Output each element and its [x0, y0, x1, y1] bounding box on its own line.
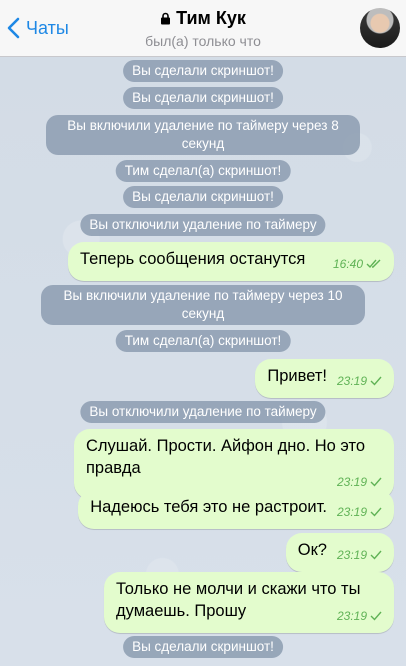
lock-icon — [161, 12, 171, 25]
message-time: 23:19 — [336, 548, 367, 562]
service-message: Вы отключили удаление по таймеру — [80, 214, 326, 236]
message-text: Ок? — [297, 541, 327, 559]
outgoing-message[interactable]: Только не молчи и скажи что ты думаешь. … — [104, 572, 394, 633]
service-message: Вы сделали скриншот! — [123, 87, 283, 109]
chat-title-area[interactable]: Тим Кук был(а) только что — [100, 8, 306, 49]
check-icon — [370, 507, 382, 517]
outgoing-message[interactable]: Ок? 23:19 — [285, 533, 394, 572]
check-icon — [370, 550, 382, 560]
avatar[interactable] — [360, 8, 400, 48]
message-meta: 23:19 — [337, 501, 382, 523]
check-icon — [370, 611, 382, 621]
message-meta: 23:19 — [337, 605, 382, 627]
message-list[interactable]: Вы сделали скриншот! Вы сделали скриншот… — [0, 56, 406, 666]
message-text: Привет! — [267, 367, 327, 385]
message-text: Только не молчи и скажи что ты думаешь. … — [116, 580, 361, 620]
last-seen-status: был(а) только что — [145, 33, 261, 49]
service-message: Вы включили удаление по таймеру через 10… — [41, 285, 365, 325]
double-check-icon — [366, 259, 381, 269]
service-message: Вы включили удаление по таймеру через 8 … — [46, 115, 360, 155]
message-text: Теперь сообщения останутся — [80, 250, 306, 268]
outgoing-message[interactable]: Надеюсь тебя это не растроит. 23:19 — [78, 490, 394, 529]
chevron-left-icon — [7, 17, 20, 39]
message-meta: 16:40 — [333, 253, 382, 275]
message-time: 16:40 — [332, 257, 363, 271]
service-message: Вы сделали скриншот! — [123, 60, 283, 82]
outgoing-message[interactable]: Привет! 23:19 — [255, 359, 394, 398]
outgoing-message[interactable]: Теперь сообщения останутся 16:40 — [68, 242, 394, 281]
message-meta: 23:19 — [337, 544, 382, 566]
message-time: 23:19 — [336, 609, 367, 623]
outgoing-message[interactable]: Слушай. Прости. Айфон дно. Но это правда… — [74, 429, 394, 499]
service-message: Вы отключили удаление по таймеру — [80, 401, 326, 423]
message-time: 23:19 — [336, 505, 367, 519]
message-time: 23:19 — [336, 374, 367, 388]
message-meta: 23:19 — [337, 370, 382, 392]
back-label: Чаты — [26, 17, 69, 38]
message-text: Слушай. Прости. Айфон дно. Но это правда — [86, 437, 366, 477]
chat-header: Чаты Тим Кук был(а) только что — [0, 0, 406, 57]
message-text: Надеюсь тебя это не растроит. — [90, 498, 327, 516]
service-message: Тим сделал(а) скриншот! — [115, 330, 291, 352]
chat-title: Тим Кук — [176, 8, 246, 28]
service-message: Тим сделал(а) скриншот! — [115, 160, 291, 182]
service-message: Вы сделали скриншот! — [123, 186, 283, 208]
check-icon — [370, 376, 382, 386]
back-button[interactable]: Чаты — [6, 14, 69, 42]
service-message: Вы сделали скриншот! — [123, 636, 283, 658]
check-icon — [370, 477, 382, 487]
